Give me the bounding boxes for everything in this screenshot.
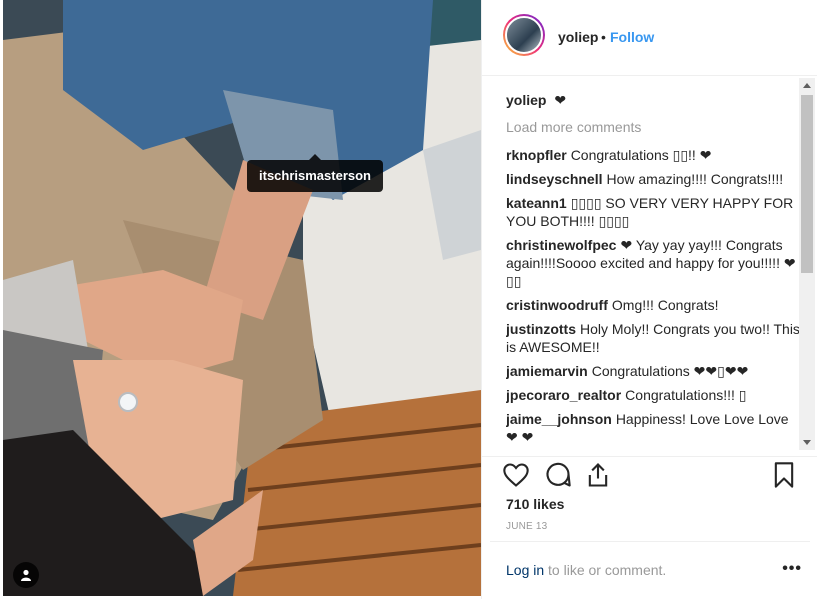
follow-button[interactable]: Follow: [610, 29, 654, 45]
action-bar: [482, 456, 817, 497]
photo-user-tag[interactable]: itschrismasterson: [247, 154, 383, 192]
caption-username[interactable]: yoliep: [506, 92, 546, 108]
photo-user-tag-label: itschrismasterson: [259, 168, 371, 183]
comment-text: Congratulations ❤❤▯❤❤: [591, 363, 749, 379]
comment-text: Omg!!! Congrats!: [611, 297, 719, 313]
comment-item: rknopfler Congratulations ▯▯!! ❤: [506, 146, 802, 164]
scroll-down-arrow-icon[interactable]: [803, 440, 811, 445]
comments-scrollbar[interactable]: [799, 78, 815, 450]
footer: Log in to like or comment. •••: [490, 541, 810, 598]
load-more-comments-button[interactable]: Load more comments: [506, 118, 802, 136]
comment-text: Congratulations!!! ▯: [625, 387, 747, 403]
comment-text: How amazing!!!! Congrats!!!!: [606, 171, 784, 187]
heart-icon[interactable]: [502, 461, 530, 489]
header-separator: •: [601, 29, 606, 45]
comment-item: christinewolfpec ❤ Yay yay yay!!! Congrat…: [506, 236, 802, 290]
login-prompt: Log in to like or comment.: [506, 562, 666, 578]
avatar[interactable]: [503, 14, 545, 56]
user-tags-button[interactable]: [13, 562, 39, 588]
comment-username[interactable]: justinzotts: [506, 321, 576, 337]
comment-username[interactable]: jaime__johnson: [506, 411, 612, 427]
comments-list: yoliep ❤ Load more comments rknopfler Con…: [506, 88, 802, 454]
scroll-up-arrow-icon[interactable]: [803, 83, 811, 88]
share-icon[interactable]: [584, 461, 612, 489]
more-options-button[interactable]: •••: [782, 560, 802, 578]
person-icon: [21, 569, 31, 581]
comment-item: jamiemarvin Congratulations ❤❤▯❤❤: [506, 362, 802, 380]
post-date[interactable]: JUNE 13: [506, 521, 547, 532]
comment-text: Congratulations ▯▯!! ❤: [570, 147, 712, 163]
bookmark-icon[interactable]: [770, 461, 798, 489]
comment-username[interactable]: lindseyschnell: [506, 171, 602, 187]
post-sidebar: yoliep • Follow yoliep ❤ Load more comme…: [481, 0, 817, 599]
header-username-link[interactable]: yoliep: [558, 29, 598, 45]
scrollbar-thumb[interactable]: [801, 95, 813, 273]
comment-item: cristinwoodruff Omg!!! Congrats!: [506, 296, 802, 314]
comment-username[interactable]: cristinwoodruff: [506, 297, 608, 313]
photo-illustration: [3, 0, 481, 596]
instagram-post: itschrismasterson yoliep • Follow yoliep…: [0, 0, 817, 599]
post-photo[interactable]: itschrismasterson: [3, 0, 481, 596]
comment-item: jaime__johnson Happiness! Love Love Love …: [506, 410, 802, 446]
comment-username[interactable]: rknopfler: [506, 147, 567, 163]
comment-username[interactable]: jpecoraro_realtor: [506, 387, 621, 403]
login-link[interactable]: Log in: [506, 562, 544, 578]
comment-item: jpecoraro_realtor Congratulations!!! ▯: [506, 386, 802, 404]
comment-username[interactable]: christinewolfpec: [506, 237, 616, 253]
comment-item: kateann1 ▯▯▯▯ SO VERY VERY HAPPY FOR YOU …: [506, 194, 802, 230]
caption: yoliep ❤: [506, 91, 802, 109]
avatar-image: [505, 16, 543, 54]
comment-username[interactable]: jamiemarvin: [506, 363, 588, 379]
comment-item: justinzotts Holy Moly!! Congrats you two!…: [506, 320, 802, 356]
post-header: yoliep • Follow: [482, 0, 817, 76]
likes-count[interactable]: 710 likes: [506, 496, 564, 512]
comment-item: lindseyschnell How amazing!!!! Congrats!!…: [506, 170, 802, 188]
caption-text: ❤: [554, 92, 567, 108]
login-prompt-text: to like or comment.: [544, 562, 667, 578]
comment-username[interactable]: kateann1: [506, 195, 567, 211]
comment-icon[interactable]: [544, 461, 572, 489]
